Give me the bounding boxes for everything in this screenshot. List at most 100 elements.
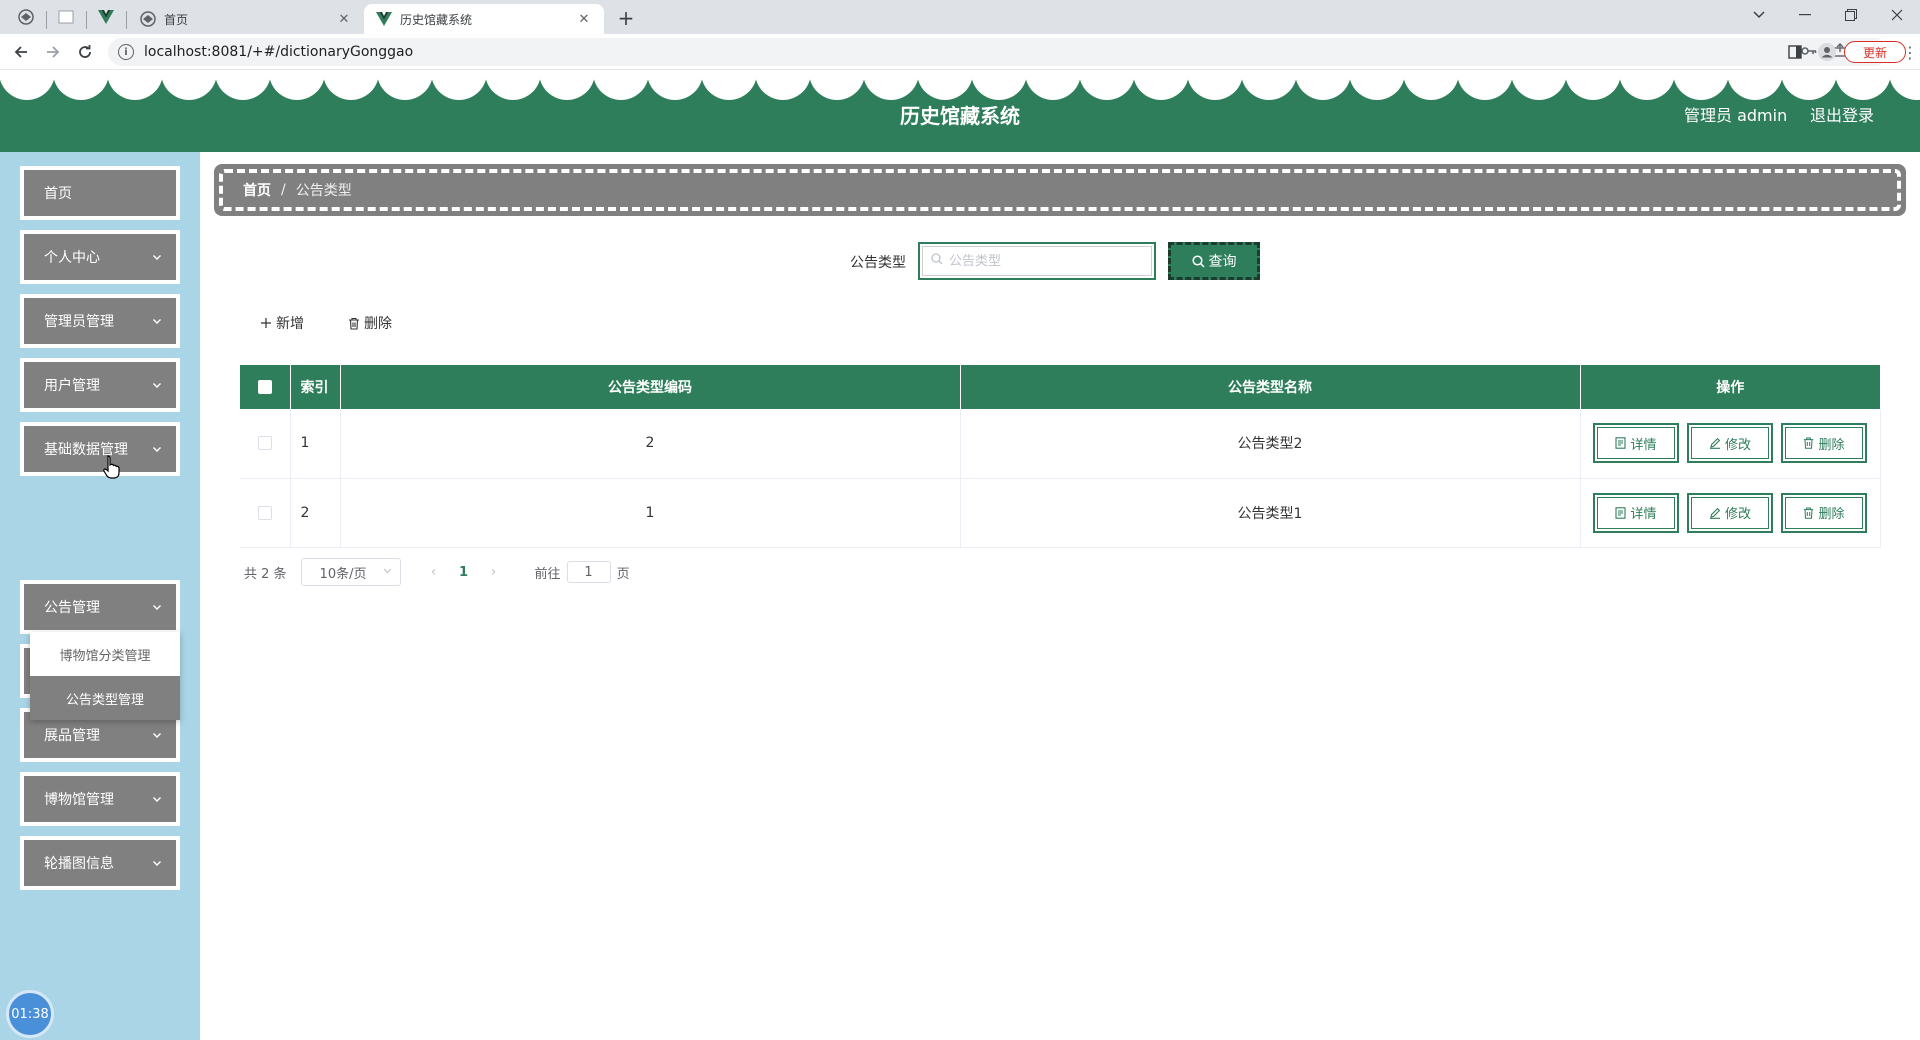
tab-search-chevron-icon[interactable] [1736,0,1782,30]
current-page-number[interactable]: 1 [449,565,479,580]
sidebar-item-8[interactable]: 博物馆管理 [20,772,180,826]
trash-icon [349,317,359,330]
goto-page-input[interactable] [566,561,611,583]
add-button[interactable]: 新增 [260,312,304,334]
row-name: 公告类型2 [960,409,1581,479]
edit-button[interactable]: 修改 [1687,423,1773,464]
chevron-down-icon [153,255,161,260]
pagination: 共 2 条 10条/页 ‹ 1 › 前往 页 [244,558,630,586]
select-all-checkbox[interactable] [257,380,272,394]
search-icon [931,253,943,269]
document-icon [1615,437,1627,449]
column-header: 公告类型名称 [960,365,1581,409]
breadcrumb-current: 公告类型 [295,183,352,199]
hand-cursor-icon [103,455,120,479]
trash-icon [1804,507,1814,519]
delete-button[interactable]: 删除 [1781,492,1867,533]
tab-title: 历史馆藏系统 [400,12,473,27]
sidebar-item-9[interactable]: 轮播图信息 [20,836,180,890]
close-icon[interactable]: ✕ [336,11,352,27]
minimize-icon[interactable] [1782,0,1828,30]
detail-button[interactable]: 详情 [1593,492,1679,533]
row-checkbox[interactable] [257,436,272,451]
tab-title: 首页 [164,12,189,27]
delete-label: 删除 [1818,437,1845,453]
table-row: 1 2 公告类型2 详情 修改 删除 [240,409,1881,479]
submenu-item-museum-category[interactable]: 博物馆分类管理 [30,632,180,676]
trash-icon [1804,437,1814,449]
sidebar-item-label: 展品管理 [44,728,100,744]
row-index: 2 [290,478,341,548]
sidebar-item-3[interactable]: 用户管理 [20,358,180,412]
edit-pencil-icon [1709,438,1721,450]
pinned-tab-vue-icon[interactable] [92,6,120,28]
close-window-icon[interactable] [1874,0,1920,30]
site-info-icon[interactable]: i [118,44,134,60]
sidebar-item-5[interactable]: 公告管理 [20,580,180,634]
page-size-value: 10条/页 [319,566,367,582]
submenu-item-notice-type[interactable]: 公告类型管理 [30,676,180,720]
table-header-row: 索引 公告类型编码 公告类型名称 操作 [240,365,1880,409]
profile-avatar-icon[interactable] [1814,39,1840,65]
delete-button[interactable]: 删除 [1781,423,1867,464]
sidebar-item-label: 首页 [44,186,72,202]
search-input[interactable] [949,253,1129,269]
chevron-down-icon [153,447,161,452]
app-title: 历史馆藏系统 [900,104,1020,128]
total-count: 共 2 条 [244,566,287,582]
page-suffix: 页 [616,566,630,582]
tab-history-system[interactable]: 历史馆藏系统 ✕ [364,4,604,34]
restore-icon[interactable] [1828,0,1874,30]
submenu-basic-data: 博物馆分类管理 公告类型管理 [30,632,180,720]
sidebar-item-label: 轮播图信息 [44,856,114,872]
select-all-cell [240,365,291,409]
batch-delete-button[interactable]: 删除 [348,312,392,334]
batch-delete-label: 删除 [364,316,392,332]
tab-home[interactable]: 首页 ✕ [128,4,364,34]
page-size-select[interactable]: 10条/页 [300,558,401,586]
sidebar-item-4[interactable]: 基础数据管理 [20,422,180,476]
prev-page-chevron-icon[interactable]: ‹ [419,564,449,580]
edit-label: 修改 [1724,437,1751,453]
query-button[interactable]: 查询 [1168,242,1260,280]
url-text: localhost:8081/+#/dictionaryGonggao [144,44,414,60]
row-index: 1 [290,409,341,479]
browser-tab-strip: 首页 ✕ 历史馆藏系统 ✕ + [0,0,1920,34]
row-select-cell [240,478,291,548]
back-arrow-icon[interactable] [8,39,34,65]
sidebar-item-2[interactable]: 管理员管理 [20,294,180,348]
chevron-down-icon [153,861,161,866]
sidebar-item-0[interactable]: 首页 [20,166,180,220]
logout-link[interactable]: 退出登录 [1810,102,1874,126]
row-checkbox[interactable] [257,505,272,520]
breadcrumb: 首页 / 公告类型 [214,164,1906,216]
edit-label: 修改 [1724,507,1751,522]
chevron-down-icon [153,797,161,802]
table-row: 2 1 公告类型1 详情 修改 删除 [240,478,1881,548]
new-tab-button[interactable]: + [612,6,640,30]
breadcrumb-home[interactable]: 首页 [243,180,271,200]
search-field [918,242,1156,280]
sidebar: 首页个人中心管理员管理用户管理基础数据管理公告管理留言板管理展品管理博物馆管理轮… [0,152,200,1040]
pinned-tab-globe-icon[interactable] [12,6,40,28]
sidebar-item-label: 用户管理 [44,378,100,394]
detail-button[interactable]: 详情 [1593,423,1679,464]
detail-label: 详情 [1630,437,1657,453]
sidebar-item-1[interactable]: 个人中心 [20,230,180,284]
app-header: 历史馆藏系统 管理员 admin 退出登录 [0,70,1920,152]
forward-arrow-icon[interactable] [40,39,66,65]
search-icon [1191,254,1205,268]
next-page-chevron-icon[interactable]: › [479,564,509,580]
close-icon[interactable]: ✕ [576,11,592,27]
row-code: 2 [340,409,961,479]
browser-update-button[interactable]: 更新 [1844,41,1906,63]
goto-label: 前往 [534,566,561,582]
pinned-tab-page-icon[interactable] [52,6,80,28]
edit-button[interactable]: 修改 [1687,492,1773,533]
reload-icon[interactable] [72,39,98,65]
more-menu-icon[interactable]: ⋮ [1900,40,1920,64]
side-panel-icon[interactable] [1782,39,1808,65]
globe-icon [140,11,156,27]
address-bar[interactable]: i localhost:8081/+#/dictionaryGonggao [108,38,1888,66]
column-header: 操作 [1580,365,1880,409]
